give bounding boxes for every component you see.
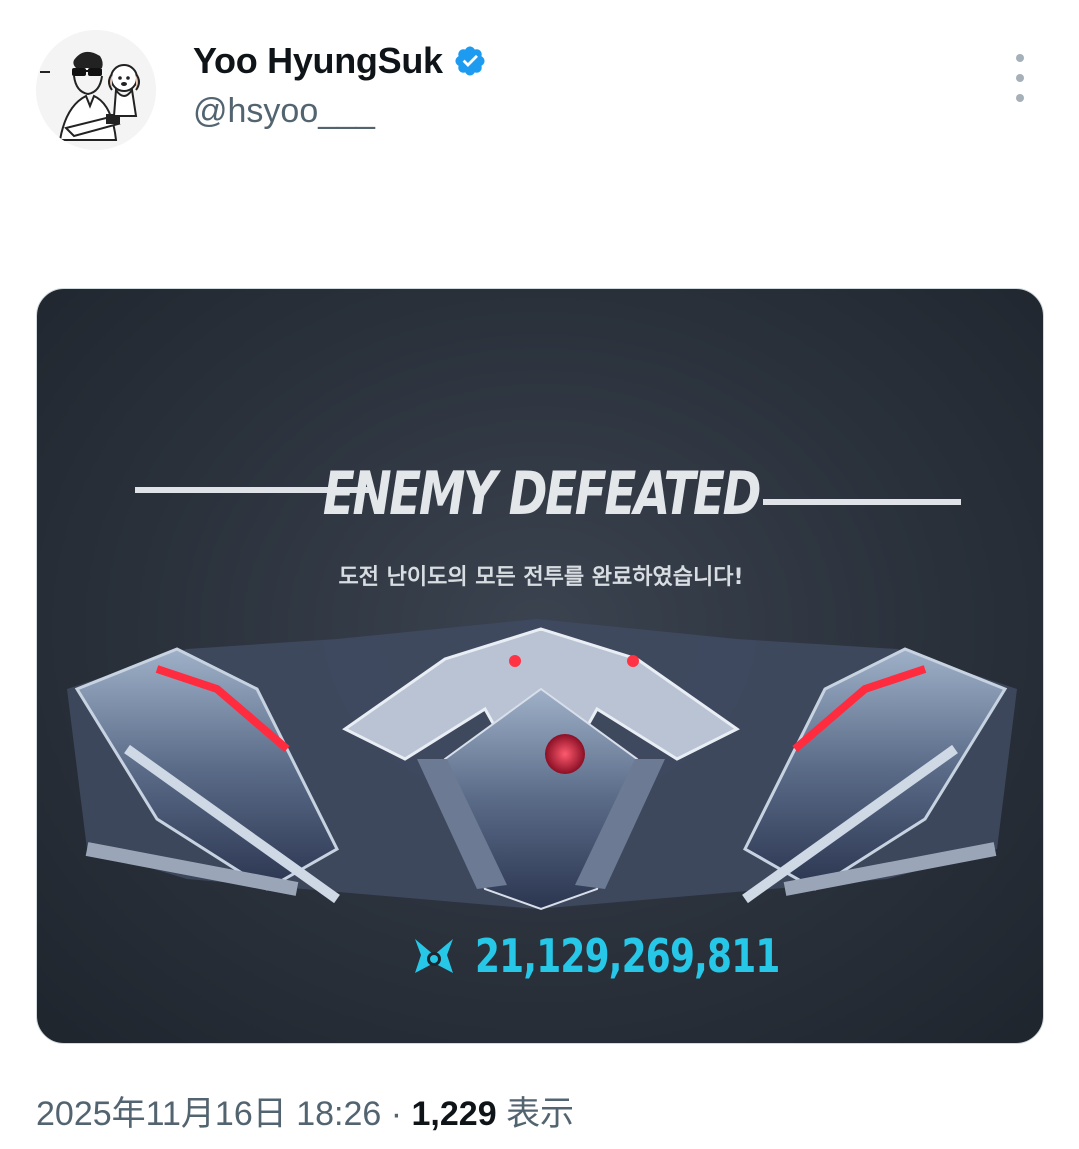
score-emblem-icon xyxy=(415,939,453,973)
author-display-name[interactable]: Yoo HyungSuk xyxy=(193,40,443,82)
avatar-illustration xyxy=(36,30,156,150)
views-label: 表示 xyxy=(506,1095,575,1133)
score-value: 21,129,269,811 xyxy=(475,929,780,983)
game-result-subtitle: 도전 난이도의 모든 전투를 완료하였습니다! xyxy=(338,565,744,590)
tweet: Yoo HyungSuk @hsyoo___ ENEMY DEFEATED 도전… xyxy=(0,0,1079,1149)
score-row: 21,129,269,811 xyxy=(411,929,866,983)
more-dot xyxy=(1016,94,1024,102)
author-name-row[interactable]: Yoo HyungSuk xyxy=(193,40,487,82)
more-dot xyxy=(1016,74,1024,82)
mech-core xyxy=(545,734,585,774)
meta-separator: · xyxy=(390,1095,403,1133)
game-result-title: ENEMY DEFEATED xyxy=(322,459,762,529)
more-options-icon[interactable] xyxy=(1002,54,1038,102)
views-count: 1,229 xyxy=(411,1095,497,1133)
author-handle[interactable]: @hsyoo___ xyxy=(193,92,375,131)
tweet-media-photo[interactable]: ENEMY DEFEATED 도전 난이도의 모든 전투를 완료하였습니다! 2… xyxy=(36,288,1044,1044)
verified-badge-icon[interactable] xyxy=(453,44,487,78)
tweet-timestamp[interactable]: 2025年11月16日 18:26 xyxy=(36,1095,381,1133)
tweet-meta: 2025年11月16日 18:26 · 1,229 表示 xyxy=(36,1086,574,1135)
more-dot xyxy=(1016,54,1024,62)
avatar[interactable] xyxy=(36,30,156,150)
